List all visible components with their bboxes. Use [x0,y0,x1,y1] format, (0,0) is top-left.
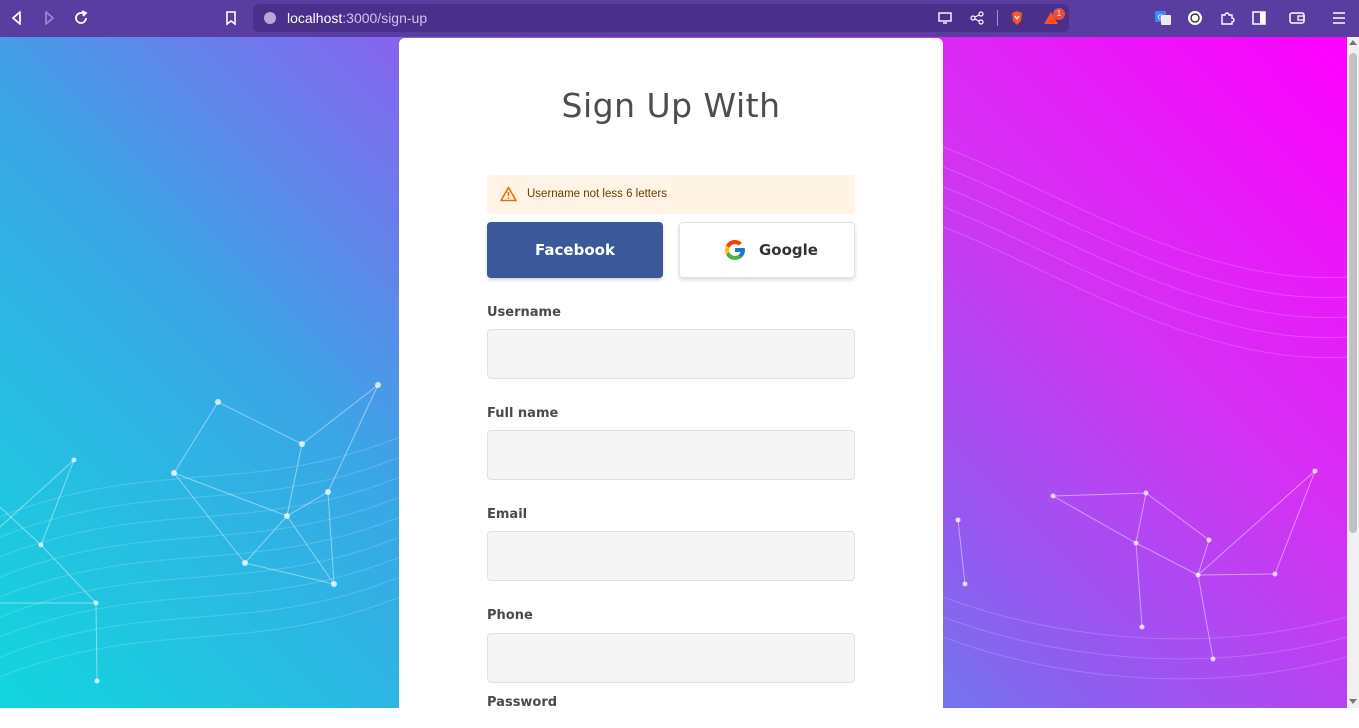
google-icon [725,240,745,260]
reload-icon[interactable] [72,9,90,27]
vpn-icon[interactable] [1186,9,1204,27]
url-text[interactable]: localhost:3000/sign-up [287,10,427,26]
browser-toolbar: localhost:3000/sign-up 1 G [0,0,1359,37]
page-title: Sign Up With [561,86,781,125]
brave-shield-icon[interactable] [1009,10,1025,26]
share-icon[interactable] [969,10,985,26]
facebook-button[interactable]: Facebook [487,222,663,278]
username-input[interactable] [487,329,855,379]
email-input[interactable] [487,531,855,581]
scroll-up-icon[interactable] [1349,40,1357,45]
google-button[interactable]: Google [679,222,855,278]
signup-card: Sign Up With Username not less 6 letters… [399,38,943,728]
notification-badge: 1 [1053,8,1065,20]
username-label: Username [487,305,561,320]
info-icon[interactable] [264,12,276,24]
fullname-input[interactable] [487,430,855,480]
back-icon[interactable] [8,9,26,27]
svg-text:G: G [1158,14,1163,22]
address-bar[interactable]: localhost:3000/sign-up [253,4,1069,32]
bookmark-icon[interactable] [222,9,240,27]
extensions-icon[interactable] [1218,9,1236,27]
fullname-label: Full name [487,406,559,421]
translate-icon[interactable]: G [1154,9,1172,27]
phone-input[interactable] [487,633,855,683]
page-scrollbar[interactable] [1347,37,1359,708]
scroll-thumb[interactable] [1349,53,1357,533]
phone-label: Phone [487,608,533,623]
divider [997,10,998,26]
google-button-label: Google [759,241,818,259]
warning-alert: Username not less 6 letters [487,175,855,214]
scroll-down-icon[interactable] [1349,699,1357,704]
alert-message: Username not less 6 letters [527,188,667,200]
url-host: localhost [287,10,343,26]
forward-icon[interactable] [40,9,58,27]
email-label: Email [487,507,528,522]
wallet-icon[interactable] [1288,9,1306,27]
sidebar-icon[interactable] [1250,9,1268,27]
menu-icon[interactable] [1330,9,1348,27]
cast-icon[interactable] [937,10,953,26]
warning-icon [500,186,517,202]
url-path: :3000/sign-up [342,10,428,26]
